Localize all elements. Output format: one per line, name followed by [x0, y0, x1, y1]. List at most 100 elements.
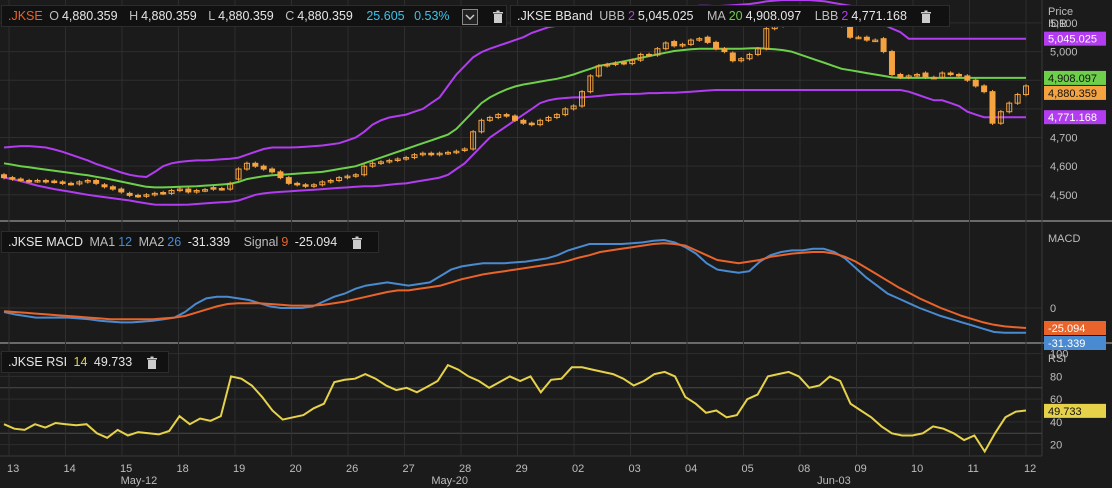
ubb-n: 2	[627, 9, 635, 23]
candle-down	[302, 184, 309, 187]
x-tick-label: 10	[911, 463, 923, 475]
candle-down	[888, 51, 895, 75]
signal-label: Signal	[243, 235, 279, 249]
open-value: 4,880.359	[61, 9, 118, 23]
dropdown-icon[interactable]	[462, 8, 479, 25]
change-percent: 0.53%	[414, 9, 450, 23]
trash-icon[interactable]	[491, 10, 505, 24]
candle-down	[101, 184, 108, 188]
trash-icon[interactable]	[350, 236, 364, 250]
last-value-text: 5,045.025	[1048, 34, 1097, 46]
ma1-value: 12	[118, 235, 133, 249]
open-label: O	[49, 9, 59, 23]
candle-down	[964, 75, 971, 81]
last-value-text: 49.733	[1048, 406, 1082, 418]
panel-separator	[0, 342, 1112, 344]
close-value: 4,880.359	[297, 9, 353, 23]
candle-down	[260, 165, 267, 170]
candle-down	[252, 162, 259, 167]
candle-down	[17, 178, 24, 182]
panel-separator	[0, 220, 1112, 222]
x-tick-label: 18	[177, 463, 189, 475]
x-tick-label: 04	[685, 463, 697, 475]
candle-down	[93, 179, 100, 184]
axis-title-rsi: RSI	[1048, 353, 1066, 365]
x-tick-label: 19	[233, 463, 245, 475]
rsi-n: 14	[73, 355, 88, 369]
last-value-text: -25.094	[1048, 323, 1085, 335]
signal-value: -25.094	[294, 235, 338, 249]
y-tick-label: 4,500	[1050, 190, 1078, 202]
x-sublabel: May-20	[431, 475, 468, 487]
candle-down	[185, 188, 192, 193]
ma-n: 20	[728, 9, 743, 23]
x-tick-label: 02	[572, 463, 584, 475]
lbb-label: LBB	[814, 9, 839, 23]
candle-down	[59, 181, 66, 184]
ubb-value: 5,045.025	[637, 9, 694, 23]
low-label: L	[208, 9, 216, 23]
rsi-value: 49.733	[93, 355, 133, 369]
candle-down	[218, 188, 225, 191]
y-tick-label: 40	[1050, 417, 1062, 429]
candle-down	[118, 188, 125, 193]
y-tick-label: 20	[1050, 440, 1062, 452]
x-tick-label: 14	[64, 463, 76, 475]
high-label: H	[129, 9, 139, 23]
axis-title-currency: IDR	[1048, 18, 1067, 30]
x-tick-label: 12	[1024, 463, 1036, 475]
candle-down	[729, 52, 736, 62]
x-tick-label: 03	[629, 463, 641, 475]
bband-symbol: .JKSE BBand	[517, 9, 593, 23]
candle-down	[269, 168, 276, 173]
candle-down	[955, 73, 962, 77]
candle-down	[972, 79, 979, 87]
candle-down	[51, 180, 58, 184]
candle-down	[285, 177, 292, 184]
lbb-n: 2	[841, 9, 849, 23]
x-sublabel: Jun-03	[817, 475, 851, 487]
candle-down	[713, 41, 720, 50]
x-tick-label: 05	[742, 463, 754, 475]
ma2-value: 26	[167, 235, 182, 249]
candle-down	[68, 182, 75, 186]
y-tick-label: 4,600	[1050, 161, 1078, 173]
lbb-value: 4,771.168	[851, 9, 907, 23]
x-tick-label: 26	[346, 463, 358, 475]
ubb-label: UBB	[599, 9, 625, 23]
ma-value: 4,908.097	[745, 9, 802, 23]
candle-down	[210, 187, 217, 190]
candle-down	[109, 186, 116, 190]
axis-title-macd: MACD	[1048, 233, 1080, 245]
y-tick-label: 4,700	[1050, 133, 1078, 145]
close-label: C	[285, 9, 295, 23]
ma2-label: MA2	[138, 235, 165, 249]
candle-down	[947, 72, 954, 76]
signal-n: 9	[281, 235, 289, 249]
candle-down	[160, 192, 167, 195]
high-value: 4,880.359	[141, 9, 197, 23]
macd-value: -31.339	[187, 235, 231, 249]
macd-symbol: .JKSE MACD	[8, 235, 84, 249]
macd-legend: .JKSE MACD MA1 12 MA2 26 -31.339 Signal 9 -…	[1, 231, 379, 253]
trash-icon[interactable]	[919, 10, 933, 24]
rsi-symbol: .JKSE RSI	[8, 355, 68, 369]
candle-down	[922, 72, 929, 78]
x-tick-label: 27	[403, 463, 415, 475]
candle-down	[989, 91, 996, 124]
candle-down	[503, 114, 510, 117]
candle-down	[880, 38, 887, 53]
bband-legend: .JKSE BBand UBB 2 5,045.025 MA 20 4,908.097 …	[510, 5, 950, 27]
x-tick-label: 29	[516, 463, 528, 475]
last-value-text: 4,880.359	[1048, 88, 1097, 100]
rsi-legend: .JKSE RSI 14 49.733	[1, 351, 169, 373]
ma1-label: MA1	[89, 235, 116, 249]
x-tick-label: 13	[7, 463, 19, 475]
candle-down	[721, 48, 728, 53]
candle-down	[897, 73, 904, 78]
last-value-text: 4,908.097	[1048, 73, 1097, 85]
trash-icon[interactable]	[145, 356, 159, 370]
change-value: 25.605	[366, 9, 405, 23]
candle-down	[646, 53, 653, 57]
candle-down	[26, 179, 33, 183]
